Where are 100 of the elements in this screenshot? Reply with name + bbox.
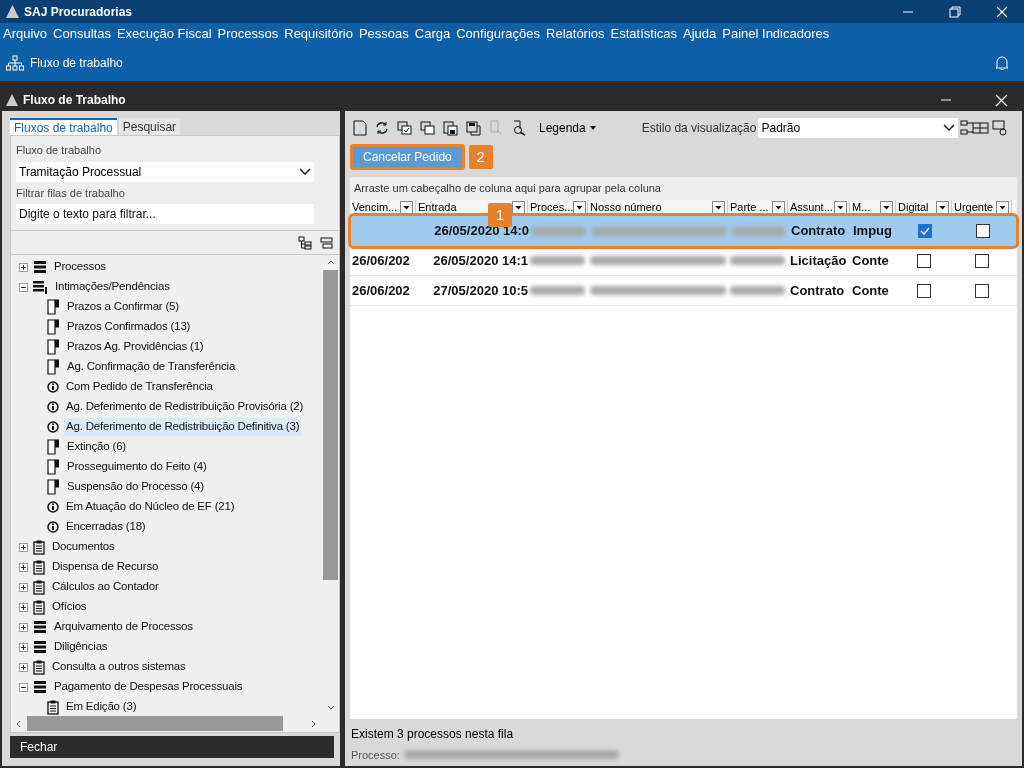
tree-item[interactable]: Prazos a Confirmar (5): [65, 298, 181, 316]
menu-item[interactable]: Consultas: [50, 24, 114, 44]
settings-view-icon[interactable]: [992, 120, 1009, 136]
tree-item[interactable]: Dispensa de Recurso: [50, 558, 161, 576]
layout-icon[interactable]: [960, 120, 991, 136]
bell-icon[interactable]: [995, 55, 1009, 71]
toolbar-link[interactable]: Fluxo de trabalho: [30, 54, 123, 72]
collapse-icon[interactable]: [19, 282, 28, 292]
tree-item[interactable]: Prosseguimento do Feito (4): [65, 458, 209, 476]
tree-item[interactable]: Em Atuação do Núcleo de EF (21): [64, 498, 237, 516]
tree-item[interactable]: Encerradas (18): [64, 518, 148, 536]
tree-item[interactable]: Arquivamento de Processos: [52, 618, 195, 636]
menu-item[interactable]: Carga: [411, 24, 454, 44]
save-copy-icon[interactable]: [443, 120, 458, 136]
column-filter-icon[interactable]: [712, 201, 725, 214]
close-icon[interactable]: [996, 5, 1008, 18]
tree-item[interactable]: Pagamento de Despesas Processuais: [52, 678, 245, 696]
search-document-icon[interactable]: [511, 120, 527, 136]
menu-item[interactable]: Configurações: [453, 24, 544, 44]
expand-icon[interactable]: [19, 662, 28, 672]
save-icon[interactable]: [466, 120, 481, 136]
page-flag-icon: [47, 359, 60, 375]
expand-icon[interactable]: [19, 582, 28, 592]
legend-dropdown[interactable]: Legenda: [539, 119, 596, 137]
column-filter-icon[interactable]: [400, 201, 413, 214]
tree-item[interactable]: Cálculos ao Contador: [50, 578, 161, 596]
expand-icon[interactable]: [19, 642, 28, 652]
expand-icon[interactable]: [19, 622, 28, 632]
view-style-dropdown[interactable]: Padrão: [758, 118, 959, 138]
expand-icon[interactable]: [19, 262, 28, 272]
column-filter-icon[interactable]: [936, 201, 949, 214]
scroll-up-icon[interactable]: [326, 260, 335, 265]
windows-icon[interactable]: [420, 121, 435, 135]
tree-item[interactable]: Ofícios: [50, 598, 89, 616]
menu-item[interactable]: Execução Fiscal: [113, 24, 215, 44]
menu-item[interactable]: Ajuda: [680, 24, 720, 44]
tree-item[interactable]: Ag. Deferimento de Redistribuição Definitiva (3): [64, 418, 302, 436]
tree-item[interactable]: Documentos: [50, 538, 117, 556]
menu-item[interactable]: Estatísticas: [607, 24, 681, 44]
table-row[interactable]: 26/06/202 26/05/2020 14:1 Licitação Conte: [350, 246, 1017, 276]
step-badge: 1: [488, 203, 512, 227]
tree-item[interactable]: Consulta a outros sistemas: [50, 658, 188, 676]
close-button[interactable]: Fechar: [10, 736, 334, 758]
checkbox[interactable]: [976, 224, 990, 238]
info-icon: [47, 501, 59, 513]
tree-item[interactable]: Processos: [52, 258, 108, 276]
table-row[interactable]: 26/06/202 27/05/2020 10:5 Contrato Conte: [350, 276, 1017, 306]
checkbox[interactable]: [975, 283, 989, 298]
menu-item[interactable]: Requisitório: [281, 24, 356, 44]
expand-icon[interactable]: [19, 542, 28, 552]
restore-icon[interactable]: [949, 5, 961, 18]
tab[interactable]: Pesquisar: [118, 118, 181, 135]
collapse-icon[interactable]: [19, 682, 28, 692]
column-filter-icon[interactable]: [512, 201, 525, 214]
tree-item[interactable]: Ag. Deferimento de Redistribuição Provisória (2): [64, 398, 306, 416]
checkbox[interactable]: [975, 253, 989, 268]
scroll-down-icon[interactable]: [326, 705, 335, 710]
status-text: Existem 3 processos nesta fila: [350, 725, 515, 743]
checkbox[interactable]: [917, 253, 931, 268]
clipboard-icon: [33, 559, 45, 575]
tree-item[interactable]: Em Edição (3): [64, 698, 139, 715]
stack-icon: [33, 621, 47, 633]
tab[interactable]: Fluxos de trabalho: [10, 118, 117, 135]
column-filter-icon[interactable]: [573, 201, 587, 214]
menu-item[interactable]: Painel Indicadores: [719, 24, 833, 44]
field-label: Estilo da visualização: [641, 120, 757, 137]
checkbox[interactable]: [917, 283, 931, 298]
column-filter-icon[interactable]: [996, 201, 1009, 214]
table-cell-text: 26/06/202: [352, 251, 410, 270]
column-filter-icon[interactable]: [772, 201, 785, 214]
clipboard-icon: [33, 579, 45, 595]
tree-item[interactable]: Suspensão do Processo (4): [65, 478, 206, 496]
expand-icon[interactable]: [19, 562, 28, 572]
tree-item[interactable]: Extinção (6): [65, 438, 128, 456]
step-badge: 2: [468, 145, 493, 169]
tree-item[interactable]: Prazos Confirmados (13): [65, 318, 193, 336]
checked-window-icon[interactable]: [397, 121, 412, 135]
menu-item[interactable]: Pessoas: [355, 24, 412, 44]
tree-collapse-icon[interactable]: [320, 236, 333, 249]
clipboard-icon: [33, 659, 45, 675]
tree-item[interactable]: Com Pedido de Transferência: [64, 378, 215, 396]
column-filter-icon[interactable]: [834, 201, 847, 214]
tree-item[interactable]: Intimações/Pendências: [53, 278, 172, 296]
expand-icon[interactable]: [19, 602, 28, 612]
tree-item[interactable]: Ag. Confirmação de Transferência: [65, 358, 238, 376]
checkbox[interactable]: [918, 224, 932, 238]
refresh-icon[interactable]: [375, 121, 389, 135]
hierarchy-icon[interactable]: [6, 55, 24, 71]
close-icon[interactable]: [995, 93, 1008, 107]
tree-expand-icon[interactable]: [298, 235, 312, 250]
chevron-down-icon: [299, 167, 311, 176]
tree-item[interactable]: Prazos Ag. Providências (1): [65, 338, 206, 356]
new-page-icon[interactable]: [353, 120, 367, 136]
filter-field[interactable]: Digite o texto para filtrar...: [16, 204, 314, 224]
workflow-dropdown[interactable]: Tramitação Processual: [16, 161, 314, 182]
menu-item[interactable]: Processos: [214, 24, 282, 44]
tree-item[interactable]: Diligências: [52, 638, 110, 656]
column-filter-icon[interactable]: [880, 201, 893, 214]
menu-item[interactable]: Relatórios: [543, 24, 608, 44]
menu-item[interactable]: Arquivo: [0, 24, 51, 44]
